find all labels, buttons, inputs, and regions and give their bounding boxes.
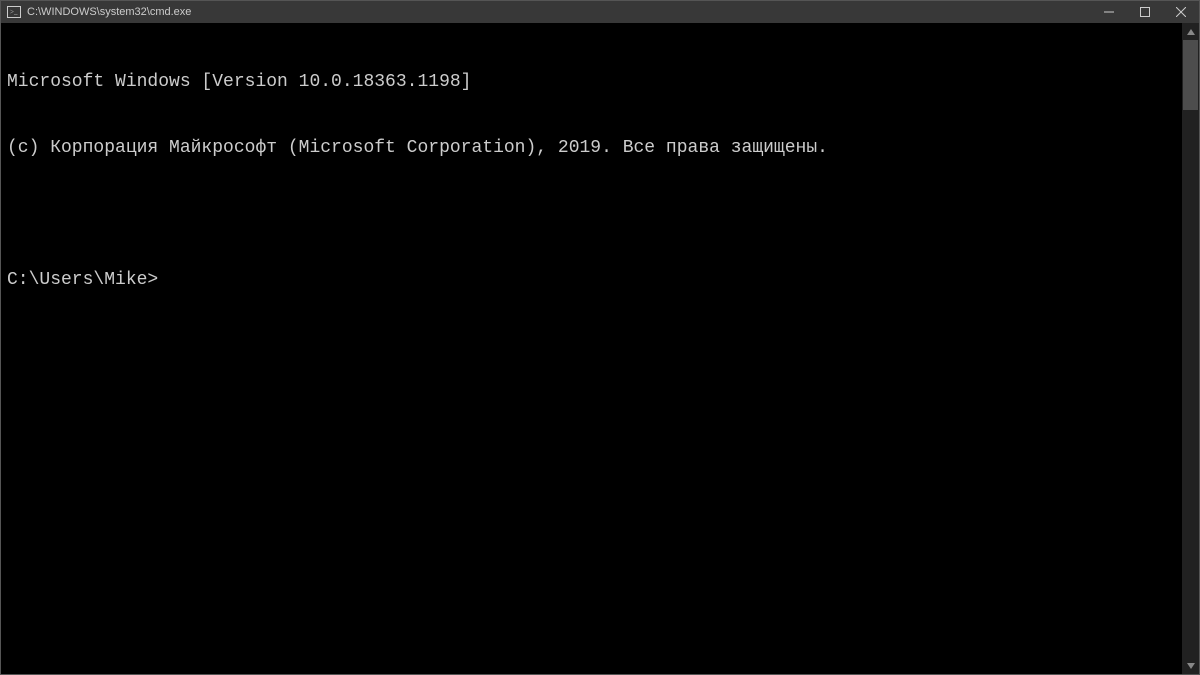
- scroll-up-arrow-icon[interactable]: [1182, 23, 1199, 40]
- blank-line: [7, 203, 1176, 225]
- titlebar[interactable]: >_ C:\WINDOWS\system32\cmd.exe: [1, 1, 1199, 23]
- minimize-button[interactable]: [1091, 1, 1127, 23]
- titlebar-left: >_ C:\WINDOWS\system32\cmd.exe: [1, 6, 191, 18]
- maximize-button[interactable]: [1127, 1, 1163, 23]
- scroll-thumb[interactable]: [1183, 40, 1198, 110]
- cmd-window: >_ C:\WINDOWS\system32\cmd.exe Microsoft…: [0, 0, 1200, 675]
- cmd-icon: >_: [7, 6, 21, 18]
- content-area: Microsoft Windows [Version 10.0.18363.11…: [1, 23, 1199, 674]
- svg-text:>_: >_: [10, 8, 18, 16]
- window-controls: [1091, 1, 1199, 23]
- window-title: C:\WINDOWS\system32\cmd.exe: [27, 6, 191, 18]
- terminal-output[interactable]: Microsoft Windows [Version 10.0.18363.11…: [1, 23, 1182, 674]
- vertical-scrollbar[interactable]: [1182, 23, 1199, 674]
- version-line: Microsoft Windows [Version 10.0.18363.11…: [7, 71, 1176, 93]
- close-button[interactable]: [1163, 1, 1199, 23]
- copyright-line: (c) Корпорация Майкрософт (Microsoft Cor…: [7, 137, 1176, 159]
- prompt-line: C:\Users\Mike>: [7, 269, 1176, 291]
- scroll-down-arrow-icon[interactable]: [1182, 657, 1199, 674]
